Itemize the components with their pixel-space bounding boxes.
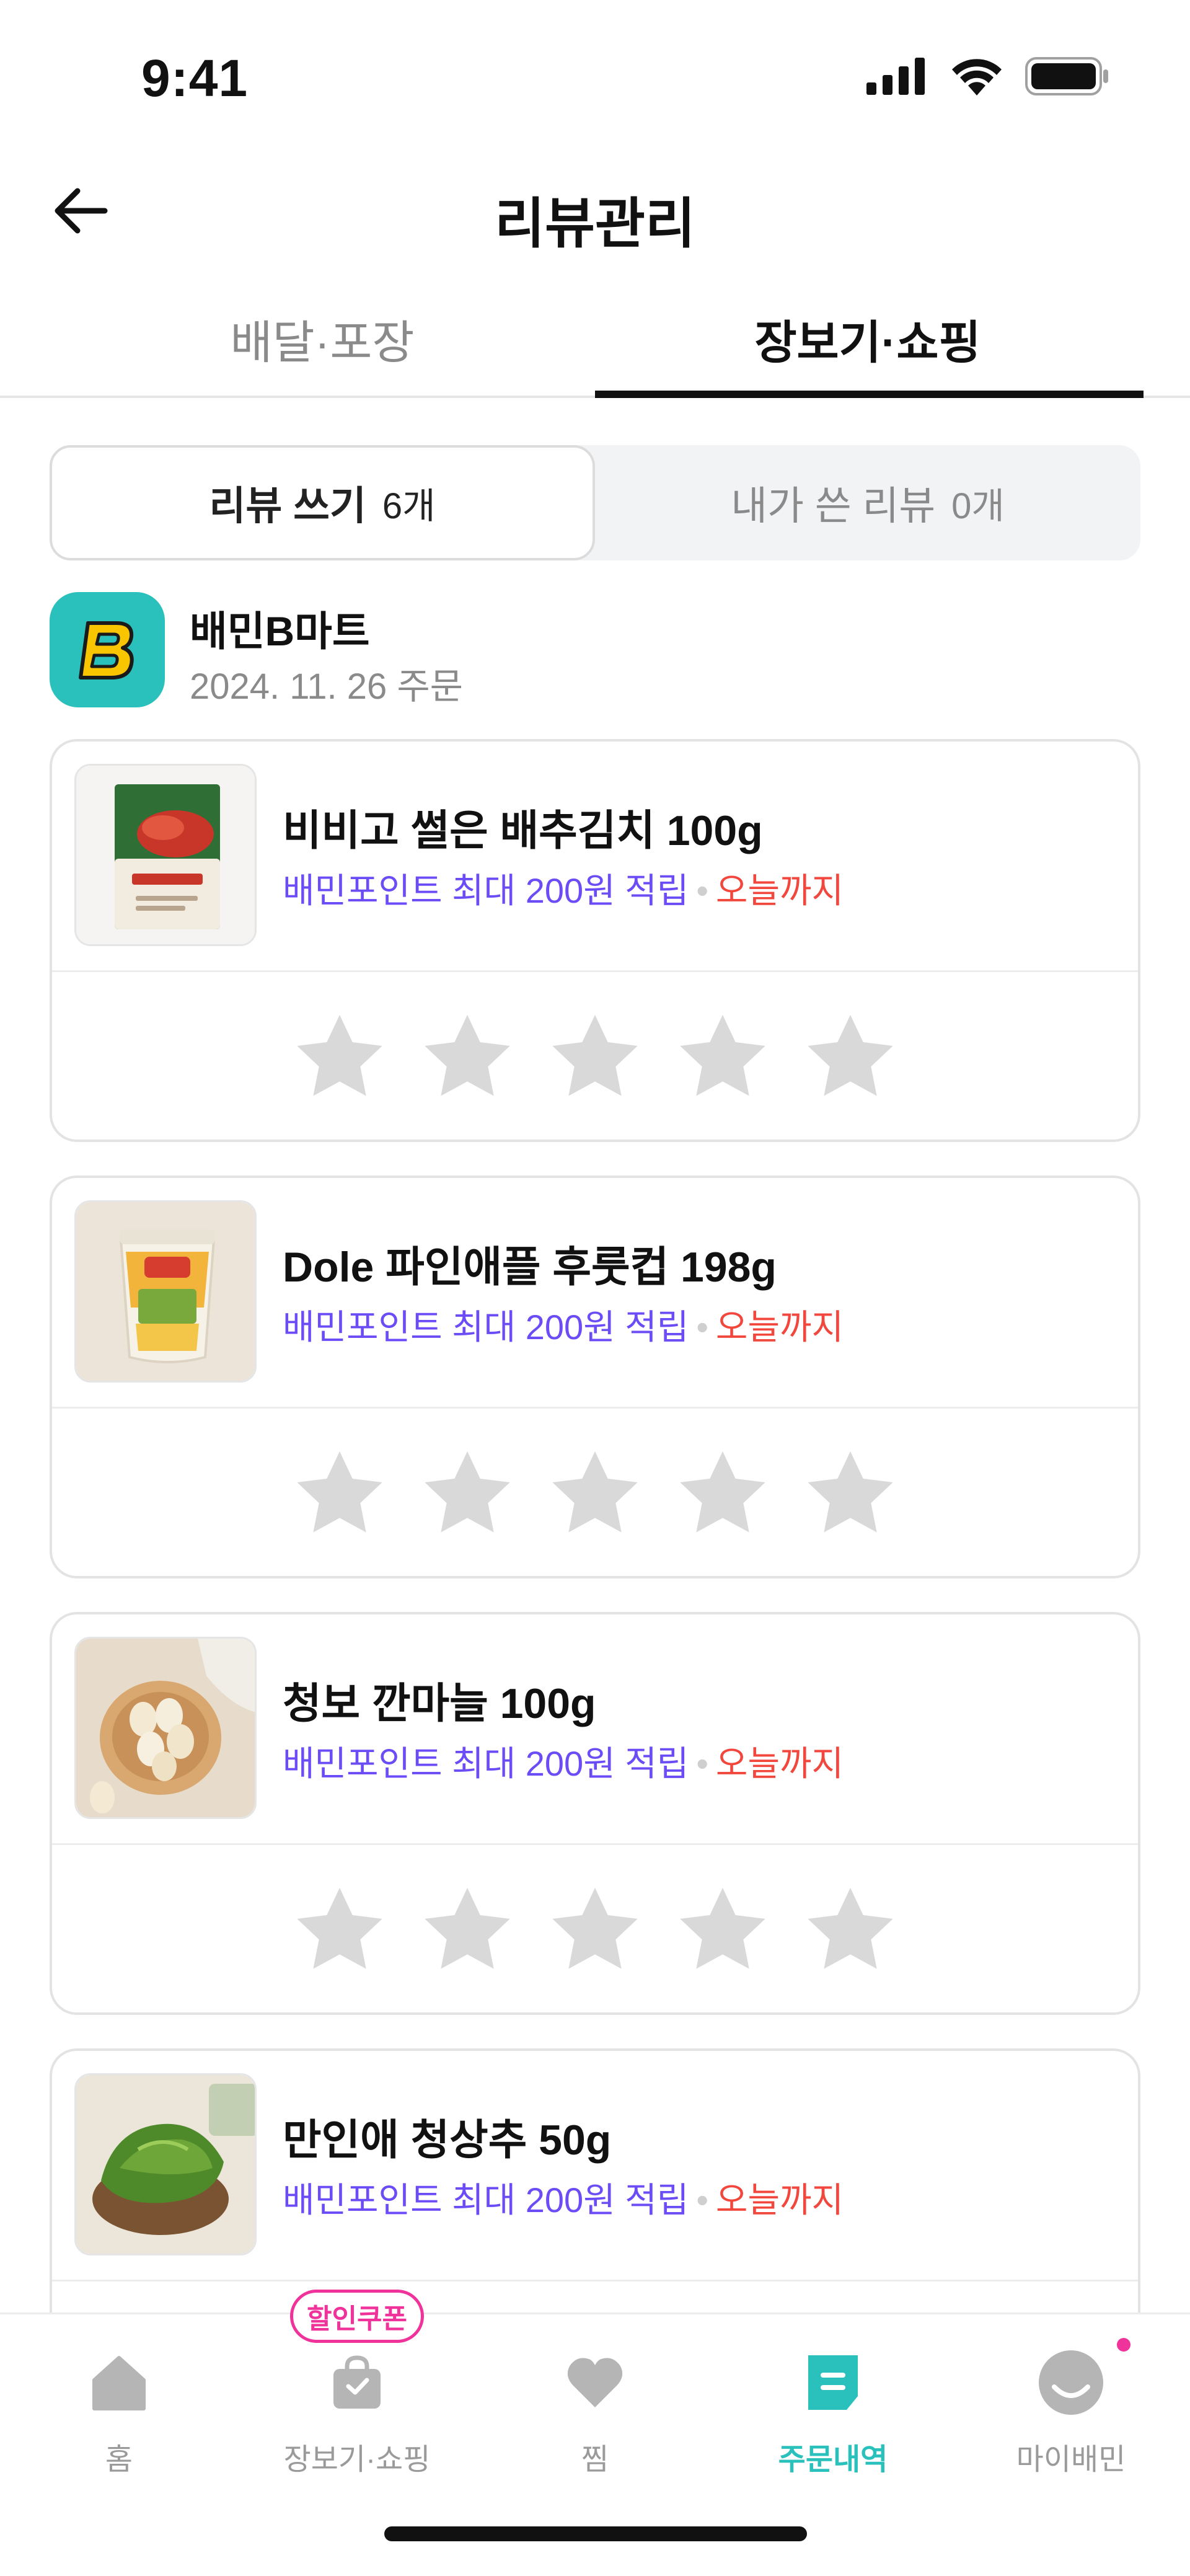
review-deadline: 오늘까지 <box>715 2180 844 2220</box>
product-info[interactable]: 청보 깐마늘 100g 배민포인트 최대 200원 적립 • 오늘까지 <box>52 1614 1138 1845</box>
star-icon[interactable] <box>545 1445 645 1544</box>
reward-info: 배민포인트 최대 200원 적립 • 오늘까지 <box>283 1736 844 1786</box>
status-time: 9:41 <box>141 49 249 107</box>
star-icon[interactable] <box>418 1009 517 1108</box>
star-icon[interactable] <box>545 1009 645 1108</box>
wifi-icon <box>952 59 1002 95</box>
reward-points: 배민포인트 최대 200원 적립 <box>283 1744 689 1783</box>
tab-grocery-shopping[interactable]: 장보기·쇼핑 <box>595 279 1140 398</box>
heart-icon <box>558 2345 632 2420</box>
star-icon[interactable] <box>801 1882 900 1981</box>
store-header: 배민B마트 2024. 11. 26 주문 <box>50 592 1140 710</box>
bottom-nav-label: 홈 <box>105 2443 133 2476</box>
my-reviews-label: 내가 쓴 리뷰 <box>731 484 936 528</box>
separator-dot: • <box>696 2180 708 2220</box>
write-review-count: 6개 <box>382 486 436 526</box>
page-title: 리뷰관리 <box>495 193 695 254</box>
star-icon[interactable] <box>673 1009 772 1108</box>
review-deadline: 오늘까지 <box>715 1744 844 1783</box>
star-icon[interactable] <box>673 1445 772 1544</box>
shopping-bag-icon <box>320 2345 394 2420</box>
store-name: 배민B마트 <box>190 608 370 654</box>
product-info[interactable]: 만인애 청상추 50g 배민포인트 최대 200원 적립 • 오늘까지 <box>52 2051 1138 2282</box>
bottom-nav-home[interactable]: 홈 <box>0 2314 238 2500</box>
product-info[interactable]: Dole 파인애플 후룻컵 198g 배민포인트 최대 200원 적립 • 오늘까지 <box>52 1178 1138 1409</box>
product-info[interactable]: 비비고 썰은 배추김치 100g 배민포인트 최대 200원 적립 • 오늘까지 <box>52 741 1138 972</box>
reward-points: 배민포인트 최대 200원 적립 <box>283 871 689 910</box>
bottom-nav-label: 찜 <box>581 2443 609 2476</box>
battery-icon <box>1025 57 1108 95</box>
product-card: 비비고 썰은 배추김치 100g 배민포인트 최대 200원 적립 • 오늘까지 <box>50 739 1140 1142</box>
bottom-nav-orders[interactable]: 주문내역 <box>714 2314 952 2500</box>
bottom-nav-label: 마이배민 <box>1016 2443 1126 2476</box>
reward-info: 배민포인트 최대 200원 적립 • 오늘까지 <box>283 863 844 913</box>
reward-points: 배민포인트 최대 200원 적립 <box>283 2180 689 2220</box>
bottom-nav-label: 주문내역 <box>778 2443 888 2476</box>
store-logo <box>50 592 165 707</box>
separator-dot: • <box>696 1744 708 1783</box>
bottom-nav-my-baemin[interactable]: 마이배민 <box>952 2314 1190 2500</box>
product-image-kimchi <box>74 764 257 946</box>
bmart-logo-icon <box>79 621 134 679</box>
star-rating <box>52 1845 1138 2012</box>
category-tabs: 배달·포장 장보기·쇼핑 <box>0 279 1190 398</box>
status-bar: 9:41 <box>0 0 1190 143</box>
my-reviews-count: 0개 <box>951 486 1005 526</box>
review-deadline: 오늘까지 <box>715 871 844 910</box>
product-image-pineapple-cup <box>74 1200 257 1383</box>
bottom-nav-shopping[interactable]: 장보기·쇼핑 <box>238 2314 476 2500</box>
product-name: 만인애 청상추 50g <box>283 2117 612 2164</box>
bottom-nav-favorites[interactable]: 찜 <box>476 2314 714 2500</box>
star-icon[interactable] <box>290 1882 389 1981</box>
write-review-segment[interactable]: 리뷰 쓰기 6개 <box>50 445 595 560</box>
product-name: 비비고 썰은 배추김치 100g <box>283 807 763 854</box>
reward-info: 배민포인트 최대 200원 적립 • 오늘까지 <box>283 1299 844 1350</box>
home-icon <box>82 2345 156 2420</box>
review-segment-control: 리뷰 쓰기 6개 내가 쓴 리뷰 0개 <box>50 445 1140 560</box>
bottom-nav-label: 장보기·쇼핑 <box>283 2443 431 2476</box>
product-name: Dole 파인애플 후룻컵 198g <box>283 1244 777 1291</box>
product-image-lettuce <box>74 2073 257 2255</box>
write-review-label: 리뷰 쓰기 <box>209 484 366 528</box>
product-card: Dole 파인애플 후룻컵 198g 배민포인트 최대 200원 적립 • 오늘까지 <box>50 1175 1140 1578</box>
reward-points: 배민포인트 최대 200원 적립 <box>283 1308 689 1347</box>
navigation-bar: 리뷰관리 <box>0 143 1190 279</box>
status-icons <box>866 57 1109 95</box>
star-icon[interactable] <box>290 1445 389 1544</box>
separator-dot: • <box>696 1308 708 1347</box>
reward-info: 배민포인트 최대 200원 적립 • 오늘까지 <box>283 2172 844 2223</box>
tab-delivery-takeout[interactable]: 배달·포장 <box>50 279 595 398</box>
star-rating <box>52 972 1138 1140</box>
star-icon[interactable] <box>801 1445 900 1544</box>
separator-dot: • <box>696 871 708 910</box>
star-icon[interactable] <box>673 1882 772 1981</box>
star-icon[interactable] <box>418 1445 517 1544</box>
star-icon[interactable] <box>290 1009 389 1108</box>
cellular-signal-icon <box>866 58 925 95</box>
home-indicator <box>384 2526 807 2541</box>
receipt-icon <box>796 2345 870 2420</box>
star-icon[interactable] <box>545 1882 645 1981</box>
star-icon[interactable] <box>418 1882 517 1981</box>
my-reviews-segment[interactable]: 내가 쓴 리뷰 0개 <box>595 445 1140 560</box>
profile-icon <box>1034 2345 1108 2420</box>
product-card: 청보 깐마늘 100g 배민포인트 최대 200원 적립 • 오늘까지 <box>50 1612 1140 2015</box>
star-rating <box>52 1409 1138 1576</box>
order-date: 2024. 11. 26 주문 <box>190 666 464 707</box>
star-icon[interactable] <box>801 1009 900 1108</box>
product-name: 청보 깐마늘 100g <box>283 1680 596 1727</box>
active-tab-indicator <box>595 391 1144 398</box>
review-deadline: 오늘까지 <box>715 1308 844 1347</box>
product-image-garlic <box>74 1637 257 1819</box>
